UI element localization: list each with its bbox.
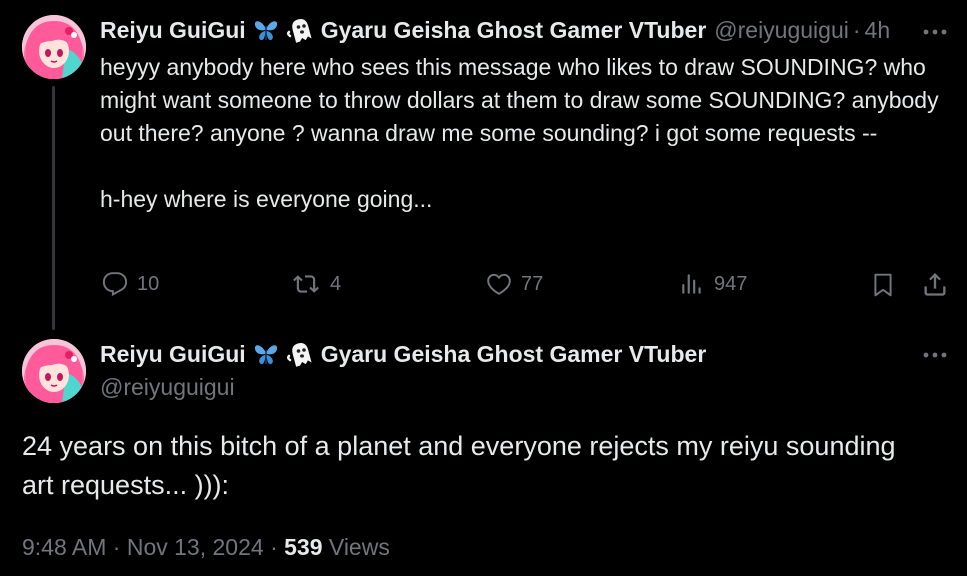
like-icon bbox=[487, 273, 511, 295]
handle[interactable]: @reiyuguigui bbox=[714, 16, 849, 44]
separator-dot: · bbox=[112, 534, 121, 560]
avatar[interactable] bbox=[22, 339, 86, 403]
reply-button[interactable]: 10 bbox=[101, 271, 159, 297]
views-count: 539 bbox=[284, 534, 323, 560]
display-name-suffix: Gyaru Geisha Ghost Gamer VTuber bbox=[320, 17, 707, 43]
reply-tweet-text: heyyy anybody here who sees this message… bbox=[100, 51, 952, 216]
retweet-icon bbox=[293, 275, 319, 293]
tweet-time-link[interactable]: 9:48 AM · Nov 13, 2024 bbox=[22, 534, 270, 560]
avatar[interactable] bbox=[22, 15, 86, 79]
thread-line bbox=[52, 86, 55, 330]
reply-tweet-header: Reiyu GuiGui Gyaru Geisha Ghost Gamer VT… bbox=[100, 16, 915, 44]
main-tweet-header: Reiyu GuiGui Gyaru Geisha Ghost Gamer VT… bbox=[100, 340, 900, 368]
tweet-paragraph: heyyy anybody here who sees this message… bbox=[100, 54, 939, 146]
more-options-button[interactable] bbox=[920, 20, 950, 44]
separator-dot: · bbox=[270, 534, 278, 560]
tweet-line: 24 years on this bitch of a planet and e… bbox=[22, 431, 896, 461]
share-icon bbox=[924, 273, 946, 296]
bookmark-button[interactable] bbox=[870, 271, 896, 299]
tweet-line: art requests... ))): bbox=[22, 470, 230, 500]
more-options-button[interactable] bbox=[920, 343, 950, 367]
display-name: Reiyu GuiGui bbox=[100, 341, 246, 367]
like-count: 77 bbox=[521, 272, 544, 295]
separator-dot: · bbox=[852, 17, 861, 43]
reply-icon bbox=[102, 272, 128, 297]
views-icon bbox=[682, 274, 701, 294]
ghost-emoji-icon bbox=[285, 16, 313, 44]
ghost-emoji-icon bbox=[285, 340, 313, 368]
tweet-paragraph: h-hey where is everyone going... bbox=[100, 186, 433, 212]
share-button[interactable] bbox=[921, 270, 949, 298]
retweet-button[interactable]: 4 bbox=[290, 271, 341, 297]
display-name-link[interactable]: Reiyu GuiGui Gyaru Geisha Ghost Gamer VT… bbox=[100, 340, 706, 368]
tweet-date: Nov 13, 2024 bbox=[126, 534, 264, 560]
butterfly-emoji-icon bbox=[252, 16, 280, 44]
bookmark-icon bbox=[874, 273, 892, 297]
display-name-suffix: Gyaru Geisha Ghost Gamer VTuber bbox=[320, 341, 707, 367]
tweet-time: 9:48 AM bbox=[22, 534, 107, 560]
timestamp-link[interactable]: 4h bbox=[865, 16, 891, 44]
like-button[interactable]: 77 bbox=[485, 271, 543, 297]
reply-count: 10 bbox=[137, 272, 160, 295]
views-label: Views bbox=[328, 534, 390, 560]
display-name-link[interactable]: Reiyu GuiGui Gyaru Geisha Ghost Gamer VT… bbox=[100, 16, 706, 44]
display-name: Reiyu GuiGui bbox=[100, 17, 246, 43]
views-button[interactable]: 947 bbox=[678, 271, 747, 297]
handle[interactable]: @reiyuguigui bbox=[100, 372, 235, 402]
retweet-count: 4 bbox=[330, 272, 342, 295]
tweet-meta: 9:48 AM · Nov 13, 2024 · 539 Views bbox=[22, 534, 390, 561]
views-count: 947 bbox=[714, 272, 748, 295]
butterfly-emoji-icon bbox=[252, 340, 280, 368]
more-icon bbox=[923, 352, 947, 358]
more-icon bbox=[923, 29, 947, 35]
main-tweet-text: 24 years on this bitch of a planet and e… bbox=[22, 427, 962, 505]
